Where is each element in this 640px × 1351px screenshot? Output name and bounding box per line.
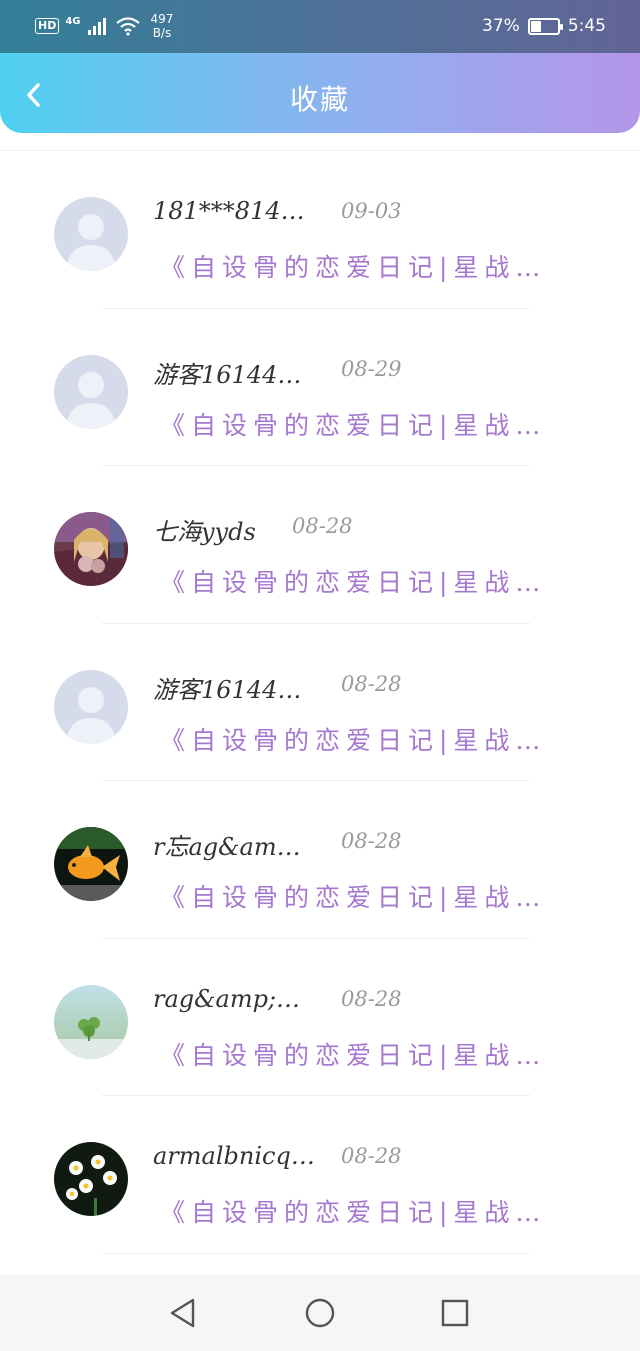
avatar[interactable] (54, 827, 128, 901)
avatar[interactable] (54, 669, 128, 744)
network-speed: 497 B/s (151, 12, 174, 40)
user-name: 181***814… (153, 197, 305, 225)
user-name: 游客16144… (153, 360, 302, 389)
nav-recent-button[interactable] (438, 1296, 472, 1330)
novel-title[interactable]: 《自设骨的恋爱日记|星战… (160, 248, 546, 284)
favorite-date: 08-29 (341, 356, 402, 381)
novel-title[interactable]: 《自设骨的恋爱日记|星战… (160, 721, 546, 757)
page-title: 收藏 (289, 83, 350, 116)
avatar[interactable] (54, 984, 128, 1059)
wifi-icon (115, 17, 140, 36)
favorite-date: 08-28 (292, 514, 353, 538)
avatar[interactable] (54, 354, 128, 429)
favorite-date: 08-28 (341, 671, 402, 696)
favorite-date: 08-28 (341, 986, 402, 1011)
list-item[interactable]: 七海yyds 08-28 《自设骨的恋爱日记|星战… (0, 466, 640, 624)
network-type: 4G (65, 15, 81, 27)
speed-unit: B/s (152, 26, 172, 40)
nav-home-button[interactable] (303, 1296, 337, 1330)
list-item[interactable]: armalbnicq… 08-28 《自设骨的恋爱日记|星战… (0, 1096, 640, 1254)
clock: 5:45 (567, 16, 606, 36)
list-item[interactable]: 游客16144… 08-29 《自设骨的恋爱日记|星战… (0, 309, 640, 466)
battery-icon (527, 17, 563, 35)
avatar[interactable] (54, 512, 128, 586)
novel-title[interactable]: 《自设骨的恋爱日记|星战… (160, 406, 546, 442)
battery-fill (530, 20, 542, 32)
list-item[interactable]: rag&amp;… 08-28 《自设骨的恋爱日记|星战… (0, 939, 640, 1096)
square-recent-icon (441, 1299, 469, 1327)
user-name: rag&amp;… (153, 984, 301, 1013)
novel-title[interactable]: 《自设骨的恋爱日记|星战… (160, 1193, 546, 1229)
novel-title[interactable]: 《自设骨的恋爱日记|星战… (160, 1036, 546, 1072)
novel-title[interactable]: 《自设骨的恋爱日记|星战… (160, 878, 546, 914)
nav-back-button[interactable] (166, 1296, 200, 1330)
circle-home-icon (305, 1298, 335, 1328)
status-bar: HD 4G 497 B/s 37% 5:45 (0, 0, 640, 53)
battery-percent: 37% (482, 16, 520, 36)
speed-value: 497 (150, 12, 174, 26)
user-name: r忘ag&am… (153, 833, 301, 861)
hd-badge: HD (35, 18, 60, 34)
avatar[interactable] (54, 197, 128, 271)
avatar[interactable] (54, 1142, 128, 1216)
divider (102, 1252, 530, 1254)
user-name: 七海yyds (153, 518, 256, 546)
list-item[interactable]: r忘ag&am… 08-28 《自设骨的恋爱日记|星战… (0, 781, 640, 939)
favorite-date: 08-28 (341, 829, 402, 853)
app-header: HD 4G 497 B/s 37% 5:45 收藏 (0, 0, 640, 133)
user-name: armalbnicq… (153, 1142, 315, 1170)
list-item[interactable]: 181***814… 09-03 《自设骨的恋爱日记|星战… (0, 151, 640, 309)
favorite-date: 09-03 (341, 199, 402, 223)
novel-title[interactable]: 《自设骨的恋爱日记|星战… (160, 563, 546, 599)
favorites-list: 181***814… 09-03 《自设骨的恋爱日记|星战… 游客16144… 08-2… (0, 150, 640, 1274)
user-name: 游客16144… (153, 675, 302, 704)
list-item[interactable]: 游客16144… 08-28 《自设骨的恋爱日记|星战… (0, 624, 640, 781)
signal-icon (87, 18, 106, 35)
triangle-back-icon (170, 1298, 195, 1328)
system-nav-bar (0, 1274, 640, 1351)
favorite-date: 08-28 (341, 1144, 402, 1168)
